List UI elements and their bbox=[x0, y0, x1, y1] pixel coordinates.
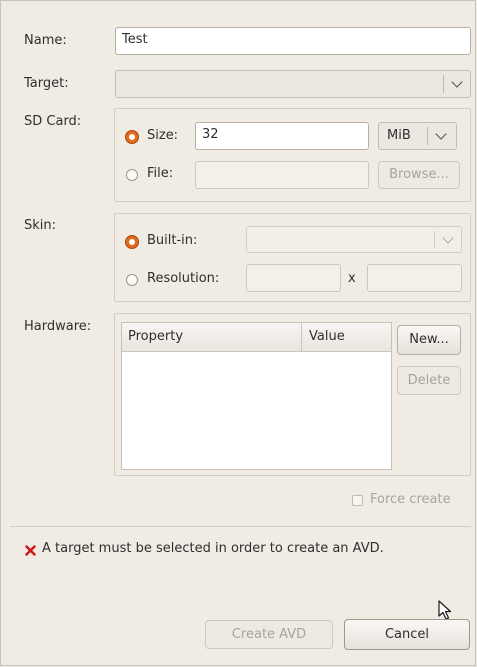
hardware-label: Hardware: bbox=[24, 319, 92, 334]
new-button[interactable]: New... bbox=[397, 325, 461, 355]
resolution-height-input[interactable] bbox=[367, 264, 462, 292]
table-header: Property Value bbox=[122, 323, 391, 352]
resolution-radio-label: Resolution: bbox=[147, 271, 220, 286]
builtin-radio[interactable] bbox=[126, 236, 138, 248]
chevron-down-icon bbox=[451, 76, 463, 88]
red-x-icon bbox=[25, 545, 36, 556]
hardware-table[interactable]: Property Value bbox=[121, 322, 392, 470]
create-avd-button[interactable]: Create AVD bbox=[205, 620, 333, 649]
chevron-down-icon bbox=[442, 232, 454, 244]
size-unit-select[interactable]: MiB bbox=[378, 122, 457, 150]
file-radio-label: File: bbox=[147, 166, 174, 181]
builtin-skin-select[interactable] bbox=[246, 226, 462, 253]
name-label: Name: bbox=[24, 33, 67, 48]
table-header-property[interactable]: Property bbox=[128, 329, 183, 344]
resolution-radio[interactable] bbox=[126, 274, 138, 286]
target-label: Target: bbox=[24, 76, 69, 91]
chevron-down-icon bbox=[435, 128, 447, 140]
delete-button[interactable]: Delete bbox=[397, 366, 461, 395]
size-unit-value: MiB bbox=[387, 128, 411, 143]
size-radio-label: Size: bbox=[147, 128, 179, 143]
resolution-x-label: x bbox=[348, 271, 356, 286]
sdcard-label: SD Card: bbox=[24, 114, 82, 129]
column-divider[interactable] bbox=[301, 323, 302, 351]
error-message: A target must be selected in order to cr… bbox=[42, 541, 384, 556]
size-radio[interactable] bbox=[126, 131, 138, 143]
browse-button[interactable]: Browse... bbox=[378, 161, 460, 189]
target-select[interactable] bbox=[115, 70, 471, 98]
skin-label: Skin: bbox=[24, 218, 57, 233]
name-input[interactable]: Test bbox=[115, 27, 471, 55]
table-header-value[interactable]: Value bbox=[309, 329, 345, 344]
file-input[interactable] bbox=[195, 161, 369, 189]
builtin-radio-label: Built-in: bbox=[147, 233, 198, 248]
file-radio[interactable] bbox=[126, 169, 138, 181]
cancel-button[interactable]: Cancel bbox=[344, 619, 470, 650]
force-create-label: Force create bbox=[370, 492, 451, 507]
force-create-checkbox[interactable] bbox=[352, 495, 363, 506]
resolution-width-input[interactable] bbox=[246, 264, 341, 292]
divider bbox=[10, 526, 471, 527]
size-input[interactable]: 32 bbox=[195, 122, 369, 150]
